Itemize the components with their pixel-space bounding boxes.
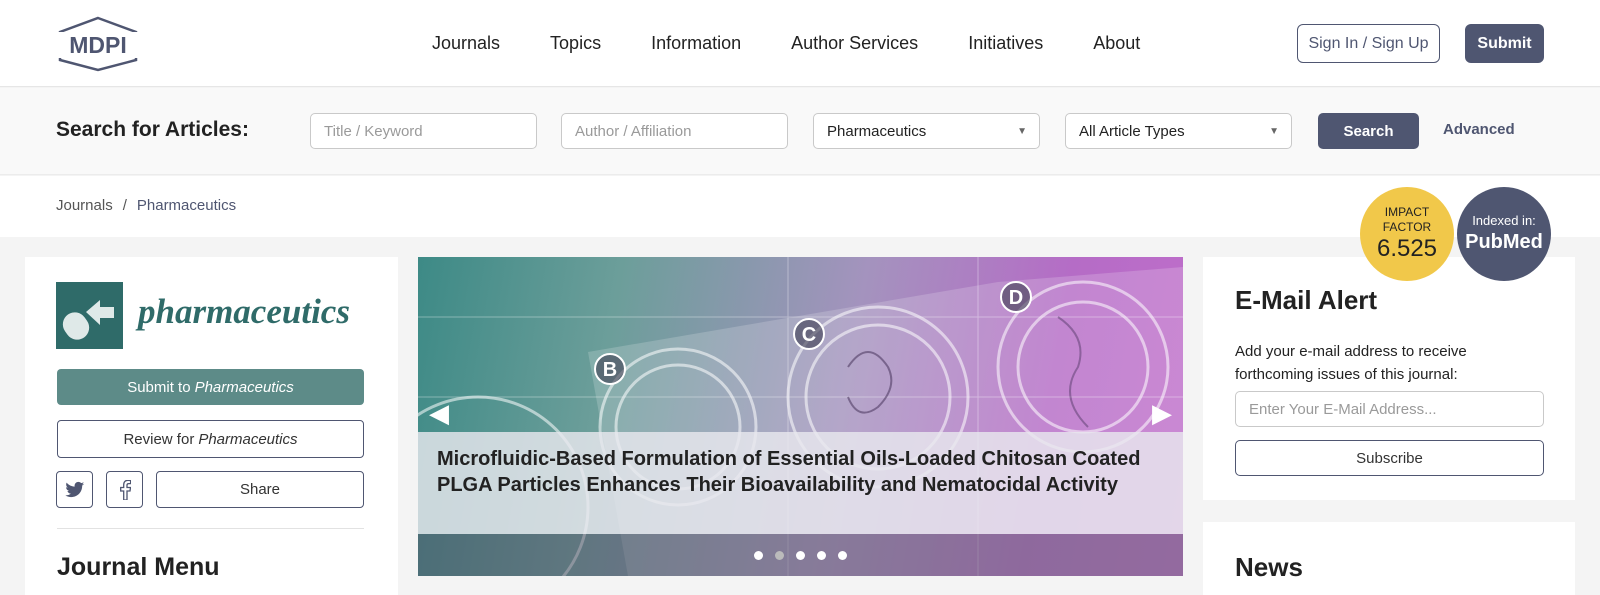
twitter-button[interactable] — [56, 471, 93, 508]
article-type-value: All Article Types — [1079, 122, 1185, 140]
nav-author-services[interactable]: Author Services — [791, 33, 918, 54]
panel-label-c: C — [802, 324, 816, 346]
breadcrumb-separator: / — [122, 197, 127, 214]
nav-information[interactable]: Information — [651, 33, 741, 54]
title-keyword-input[interactable] — [310, 113, 537, 149]
carousel-next-arrow-icon[interactable]: ▶ — [1147, 393, 1177, 433]
search-label: Search for Articles: — [56, 118, 249, 141]
carousel-pagination — [418, 534, 1183, 576]
news-title: News — [1235, 552, 1303, 582]
journal-sidebar: pharmaceutics Submit to Pharmaceutics Re… — [25, 257, 398, 595]
main-nav: Journals Topics Information Author Servi… — [432, 0, 1190, 87]
twitter-icon — [64, 481, 84, 497]
sidebar-divider — [57, 528, 364, 529]
breadcrumb-journals[interactable]: Journals — [56, 197, 113, 214]
chevron-down-icon: ▼ — [1269, 126, 1279, 137]
nav-journals[interactable]: Journals — [432, 33, 500, 54]
mdpi-logo[interactable]: MDPI — [56, 16, 140, 72]
email-alert-title: E-Mail Alert — [1235, 285, 1378, 315]
sign-in-button[interactable]: Sign In / Sign Up — [1297, 24, 1440, 63]
site-header: MDPI Journals Topics Information Author … — [0, 0, 1600, 87]
email-alert-card: E-Mail Alert Add your e-mail address to … — [1203, 257, 1575, 500]
search-button[interactable]: Search — [1318, 113, 1419, 149]
impact-label-2: FACTOR — [1382, 220, 1432, 234]
journal-logo-icon[interactable] — [56, 282, 123, 349]
indexed-label: Indexed in: — [1472, 213, 1536, 228]
submit-to-journal-button[interactable]: Submit to Pharmaceutics — [57, 369, 364, 405]
nav-initiatives[interactable]: Initiatives — [968, 33, 1043, 54]
news-card: News — [1203, 522, 1575, 595]
breadcrumb-current[interactable]: Pharmaceutics — [137, 197, 236, 214]
impact-label-1: IMPACT — [1384, 205, 1430, 219]
submit-button[interactable]: Submit — [1465, 24, 1544, 63]
subscribe-button[interactable]: Subscribe — [1235, 440, 1544, 476]
carousel-dot-3[interactable] — [796, 550, 805, 560]
journal-select[interactable]: Pharmaceutics ▼ — [813, 113, 1040, 149]
email-field[interactable] — [1235, 391, 1544, 427]
submit-journal-title: Pharmaceutics — [194, 378, 294, 396]
carousel-dot-4[interactable] — [817, 550, 826, 560]
nav-topics[interactable]: Topics — [550, 33, 601, 54]
breadcrumb: Journals / Pharmaceutics — [56, 197, 236, 214]
journal-select-value: Pharmaceutics — [827, 122, 927, 140]
review-prefix: Review for — [123, 430, 195, 448]
chevron-down-icon: ▼ — [1017, 126, 1027, 137]
carousel-dot-2[interactable] — [775, 550, 784, 560]
featured-carousel[interactable]: B C D ◀ ▶ Microfluidic-Based Formulation… — [418, 257, 1183, 576]
journal-menu-title: Journal Menu — [57, 553, 220, 581]
advanced-search-link[interactable]: Advanced — [1443, 121, 1515, 138]
email-alert-text: Add your e-mail address to receive forth… — [1235, 343, 1467, 383]
facebook-button[interactable] — [106, 471, 143, 508]
indexed-value: PubMed — [1465, 231, 1543, 253]
impact-value: 6.525 — [1376, 235, 1438, 262]
share-button[interactable]: Share — [156, 471, 364, 508]
carousel-dot-5[interactable] — [838, 550, 847, 560]
carousel-dot-1[interactable] — [754, 550, 763, 560]
facebook-icon — [119, 479, 131, 500]
impact-factor-badge[interactable]: IMPACT FACTOR 6.525 — [1360, 187, 1454, 281]
article-search-bar: Search for Articles: Pharmaceutics ▼ All… — [0, 88, 1600, 175]
article-type-select[interactable]: All Article Types ▼ — [1065, 113, 1292, 149]
nav-about[interactable]: About — [1093, 33, 1140, 54]
logo-text: MDPI — [69, 32, 127, 58]
carousel-caption[interactable]: Microfluidic-Based Formulation of Essent… — [437, 446, 1157, 498]
panel-label-b: B — [603, 359, 617, 381]
submit-prefix: Submit to — [127, 378, 191, 396]
review-for-journal-button[interactable]: Review for Pharmaceutics — [57, 420, 364, 458]
carousel-prev-arrow-icon[interactable]: ◀ — [424, 393, 454, 433]
journal-name: pharmaceutics — [138, 292, 350, 331]
review-journal-title: Pharmaceutics — [198, 430, 298, 448]
panel-label-d: D — [1009, 287, 1023, 309]
author-affiliation-input[interactable] — [561, 113, 788, 149]
indexed-badge[interactable]: Indexed in: PubMed — [1457, 187, 1551, 281]
